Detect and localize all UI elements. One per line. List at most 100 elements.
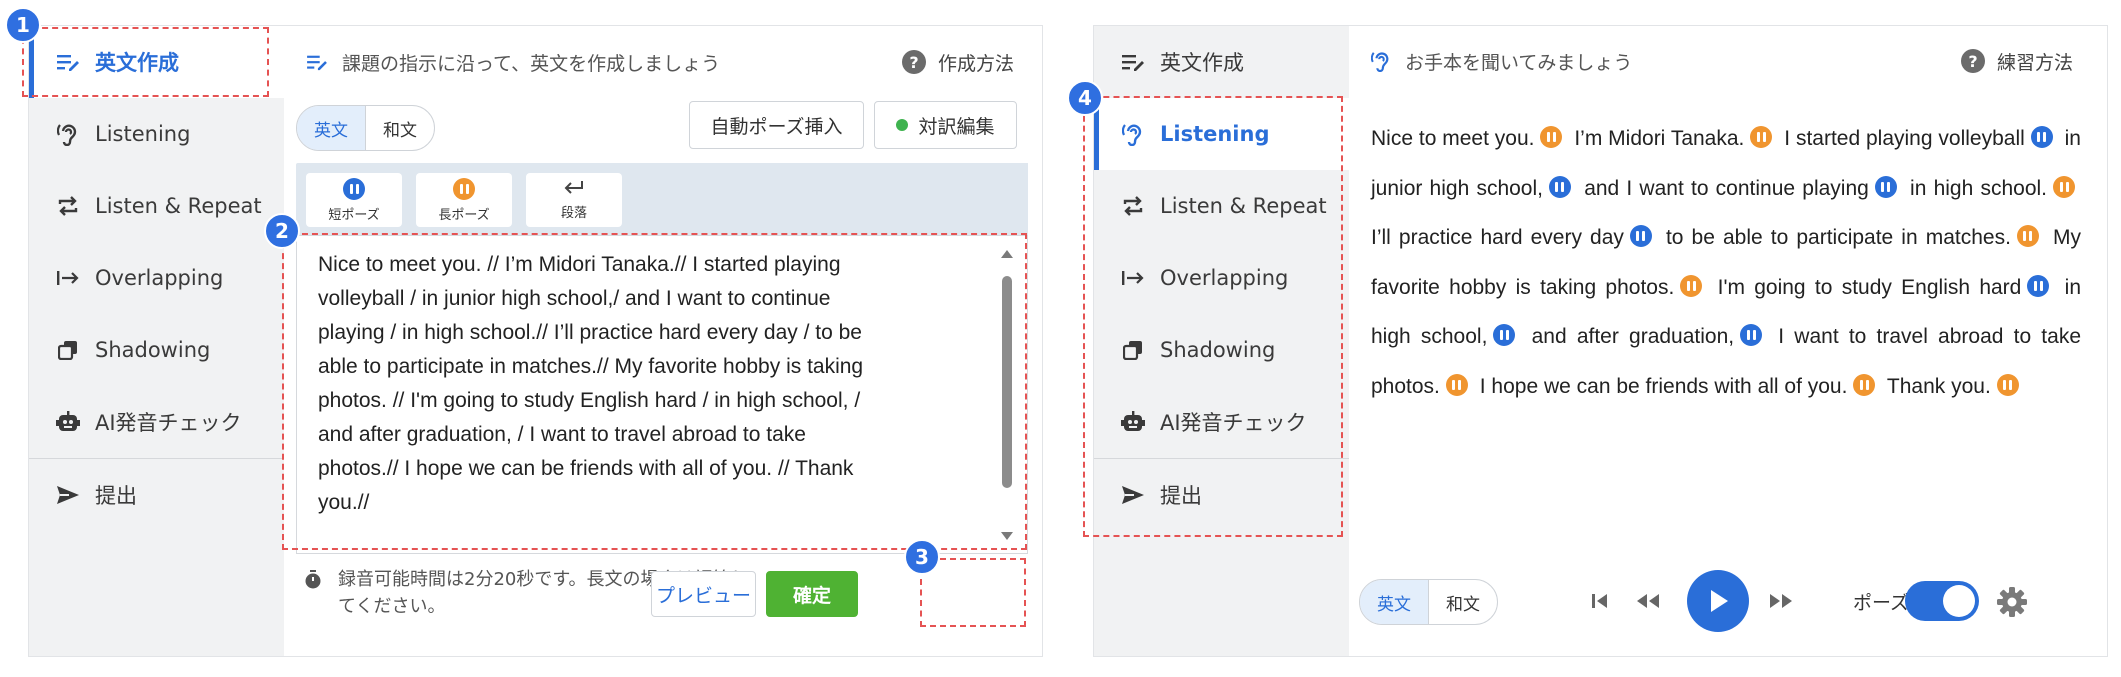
short-pause-icon[interactable] bbox=[1874, 175, 1897, 198]
pause-toggle-label: ポーズ bbox=[1853, 592, 1910, 614]
model-text-segment: I’m Midori Tanaka. bbox=[1574, 127, 1745, 150]
stopwatch-icon bbox=[304, 570, 322, 620]
confirm-button[interactable]: 確定 bbox=[766, 571, 858, 617]
long-pause-icon bbox=[453, 177, 475, 200]
ear-icon bbox=[53, 122, 83, 146]
long-pause-icon[interactable] bbox=[2053, 175, 2075, 198]
highlight-compose-tab bbox=[22, 27, 269, 97]
paragraph-button[interactable]: 段落 bbox=[526, 173, 622, 227]
instruction-text: お手本を聞いてみましょう bbox=[1405, 51, 1633, 74]
toggle-english[interactable]: 英文 bbox=[1360, 580, 1428, 624]
auto-pause-button[interactable]: 自動ポーズ挿入 bbox=[689, 101, 864, 149]
short-pause-icon[interactable] bbox=[1629, 225, 1652, 248]
long-pause-label: 長ポーズ bbox=[438, 207, 490, 223]
short-pause-label: 短ポーズ bbox=[328, 207, 380, 223]
status-dot-icon bbox=[896, 119, 909, 131]
short-pause-icon[interactable] bbox=[1548, 175, 1571, 198]
return-arrow-icon bbox=[563, 180, 585, 200]
sidebar-item-label: 英文作成 bbox=[1160, 51, 1244, 75]
model-text-segment: I'm going to study English hard bbox=[1717, 275, 2022, 299]
long-pause-icon[interactable] bbox=[1445, 373, 1468, 396]
help-label: 作成方法 bbox=[937, 52, 1014, 75]
sidebar-item-overlapping[interactable]: Overlapping bbox=[29, 242, 284, 314]
model-text-segment: I’ll practice hard every day bbox=[1371, 226, 1624, 249]
copy-icon bbox=[53, 340, 83, 360]
sidebar-item-compose[interactable]: 英文作成 bbox=[1094, 26, 1349, 98]
paragraph-label: 段落 bbox=[560, 205, 587, 221]
pause-toggle[interactable] bbox=[1905, 581, 1979, 621]
sidebar-item-submit[interactable]: 提出 bbox=[29, 459, 284, 531]
short-pause-icon[interactable] bbox=[2030, 126, 2053, 149]
model-text-segment: I started playing volleyball bbox=[1784, 127, 2025, 150]
robot-icon bbox=[53, 411, 83, 433]
compose-header: 課題の指示に沿って、英文を作成しましょう ? 作成方法 bbox=[284, 26, 1042, 98]
help-icon: ? bbox=[901, 50, 926, 74]
toggle-japanese[interactable]: 和文 bbox=[365, 106, 434, 150]
sidebar-item-listen-repeat[interactable]: Listen & Repeat bbox=[29, 170, 284, 242]
model-text-segment: Thank you. bbox=[1886, 374, 1991, 398]
help-link[interactable]: ? 作成方法 bbox=[901, 26, 1014, 98]
fast-forward-icon[interactable] bbox=[1767, 591, 1795, 615]
send-icon bbox=[53, 485, 83, 505]
help-label: 練習方法 bbox=[1996, 51, 2073, 74]
short-pause-icon[interactable] bbox=[1493, 324, 1516, 347]
model-text-segment: in high school. bbox=[1910, 176, 2047, 200]
skip-back-icon[interactable] bbox=[1590, 591, 1610, 615]
rewind-icon[interactable] bbox=[1634, 591, 1662, 615]
short-pause-icon[interactable] bbox=[1740, 324, 1763, 347]
help-link[interactable]: ? 練習方法 bbox=[1960, 26, 2073, 96]
sidebar-item-ai-check[interactable]: AI発音チェック bbox=[29, 386, 284, 458]
translation-edit-label: 対訳編集 bbox=[918, 115, 995, 138]
help-icon: ? bbox=[1960, 49, 1985, 73]
sidebar-item-label: AI発音チェック bbox=[95, 411, 242, 435]
highlight-listening-tab bbox=[1083, 96, 1343, 537]
edit-lines-icon bbox=[306, 53, 328, 71]
model-text-segment: I hope we can be friends with all of you… bbox=[1479, 374, 1848, 398]
sidebar-item-label: Listen & Repeat bbox=[95, 194, 262, 218]
highlight-editor bbox=[282, 233, 1027, 550]
short-pause-icon bbox=[343, 177, 365, 200]
language-toggle: 英文 和文 bbox=[296, 105, 435, 151]
play-icon bbox=[1711, 590, 1728, 612]
callout-badge-1: 1 bbox=[5, 7, 41, 43]
long-pause-icon[interactable] bbox=[1996, 373, 2019, 396]
translation-edit-button[interactable]: 対訳編集 bbox=[874, 101, 1017, 149]
long-pause-icon[interactable] bbox=[1853, 373, 1876, 396]
callout-badge-3: 3 bbox=[904, 539, 940, 575]
sidebar-item-label: Shadowing bbox=[95, 338, 211, 362]
pause-toolbar: 短ポーズ 長ポーズ 段落 bbox=[296, 163, 1028, 235]
toggle-japanese[interactable]: 和文 bbox=[1428, 580, 1497, 624]
instruction-text: 課題の指示に沿って、英文を作成しましょう bbox=[342, 52, 721, 75]
sidebar-item-listening[interactable]: Listening bbox=[29, 98, 284, 170]
sidebar-item-shadowing[interactable]: Shadowing bbox=[29, 314, 284, 386]
model-text-segment: and after graduation, bbox=[1531, 325, 1735, 348]
play-button[interactable] bbox=[1687, 570, 1749, 632]
model-text: Nice to meet you. I’m Midori Tanaka. I s… bbox=[1371, 114, 2081, 411]
short-pause-button[interactable]: 短ポーズ bbox=[306, 173, 402, 227]
long-pause-button[interactable]: 長ポーズ bbox=[416, 173, 512, 227]
long-pause-icon[interactable] bbox=[2016, 225, 2039, 248]
sidebar-item-label: Overlapping bbox=[95, 266, 224, 290]
toggle-english[interactable]: 英文 bbox=[297, 106, 365, 150]
model-text-segment: and I want to continue playing bbox=[1584, 176, 1869, 200]
ear-icon bbox=[1371, 50, 1391, 72]
model-text-segment: Nice to meet you. bbox=[1371, 127, 1535, 150]
callout-badge-2: 2 bbox=[264, 213, 300, 249]
sidebar-item-label: Listening bbox=[95, 122, 191, 146]
settings-gear-icon[interactable] bbox=[1996, 586, 2028, 622]
long-pause-icon[interactable] bbox=[1540, 126, 1563, 149]
sidebar: 英文作成 Listening Listen & Repeat Overlappi… bbox=[29, 26, 284, 656]
long-pause-icon[interactable] bbox=[1750, 126, 1773, 149]
repeat-icon bbox=[53, 195, 83, 217]
model-text-segment: to be able to participate in matches. bbox=[1665, 226, 2011, 249]
language-toggle: 英文 和文 bbox=[1359, 579, 1498, 625]
callout-badge-4: 4 bbox=[1067, 80, 1103, 116]
short-pause-icon[interactable] bbox=[2027, 274, 2050, 297]
edit-lines-icon bbox=[1118, 52, 1148, 72]
preview-button[interactable]: プレビュー bbox=[651, 571, 756, 617]
long-pause-icon[interactable] bbox=[1680, 274, 1703, 297]
listening-main: お手本を聞いてみましょう ? 練習方法 Nice to meet you. I’… bbox=[1349, 26, 2107, 656]
listening-header: お手本を聞いてみましょう ? 練習方法 bbox=[1349, 26, 2107, 96]
arrow-to-line-icon bbox=[53, 269, 83, 287]
sidebar-item-label: 提出 bbox=[95, 484, 137, 508]
